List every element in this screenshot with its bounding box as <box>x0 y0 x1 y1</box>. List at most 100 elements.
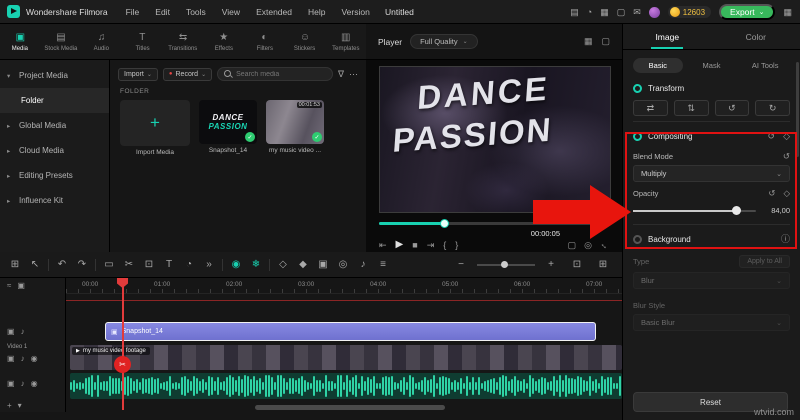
subtab-ai-tools[interactable]: AI Tools <box>740 58 790 73</box>
seek-knob[interactable] <box>439 219 449 228</box>
blend-mode-dropdown[interactable]: Multiply ⌄ <box>633 165 790 182</box>
menu-help[interactable]: Help <box>300 7 333 17</box>
lock-icon[interactable]: ▣ <box>7 380 15 388</box>
more-tools-icon[interactable]: » <box>199 255 219 275</box>
marker-icon[interactable]: ◆ <box>293 255 313 275</box>
speed-icon[interactable]: ◔ <box>179 255 199 275</box>
snapshot-thumb[interactable]: DANCE PASSION ✓ <box>199 100 257 144</box>
notification-icon[interactable]: ◔ <box>587 7 592 17</box>
blur-style-dropdown[interactable]: Basic Blur ⌄ <box>633 314 790 331</box>
rotate-right-icon[interactable]: ↻ <box>755 100 790 116</box>
sidebar-item-editing-presets[interactable]: ▸ Editing Presets <box>0 163 109 188</box>
import-button[interactable]: Import ⌄ <box>118 67 158 81</box>
fit-timeline-icon[interactable]: ⊡ <box>567 255 587 275</box>
keyframe-icon[interactable]: ◇ <box>783 131 790 141</box>
import-media-thumb[interactable]: + <box>120 100 190 146</box>
sidebar-item-folder[interactable]: Folder <box>0 88 109 113</box>
search-input[interactable] <box>236 70 326 78</box>
message-icon[interactable]: ✉ <box>633 7 641 17</box>
link-clips-icon[interactable]: ≈ <box>7 282 11 290</box>
flip-vertical-icon[interactable]: ⇅ <box>673 100 709 116</box>
mute-icon[interactable]: ♪ <box>21 355 25 363</box>
mark-in-icon[interactable]: { <box>443 240 446 250</box>
lock-icon[interactable]: ▣ <box>7 355 15 363</box>
tab-filters[interactable]: ◐ Filters <box>244 24 285 59</box>
split-icon[interactable]: ✂ <box>119 255 139 275</box>
tab-transitions[interactable]: ⇆ Transitions <box>163 24 204 59</box>
timeline-scrollbar[interactable] <box>255 405 445 410</box>
previous-frame-icon[interactable]: ⇤ <box>379 240 387 250</box>
voiceover-icon[interactable]: ♪ <box>353 255 373 275</box>
undo-icon[interactable]: ↶ <box>52 255 72 275</box>
collapse-tracks-icon[interactable]: ▾ <box>18 402 22 410</box>
menu-edit[interactable]: Edit <box>147 7 178 17</box>
clip-audio[interactable] <box>70 373 622 399</box>
menu-tools[interactable]: Tools <box>178 7 214 17</box>
background-toggle[interactable] <box>633 234 642 244</box>
display-icon[interactable]: ▢ <box>617 7 626 17</box>
sidebar-item-global-media[interactable]: ▸ Global Media <box>0 113 109 138</box>
tab-audio[interactable]: ♫ Audio <box>81 24 122 59</box>
sidebar-item-influence-kit[interactable]: ▸ Influence Kit <box>0 188 109 213</box>
sidebar-item-cloud-media[interactable]: ▸ Cloud Media <box>0 138 109 163</box>
mute-icon[interactable]: ♪ <box>21 328 25 336</box>
search-box[interactable] <box>217 67 333 81</box>
devices-icon[interactable]: ▤ <box>570 7 579 17</box>
opacity-slider-knob[interactable] <box>732 206 742 215</box>
snapshot-camera-icon[interactable]: ◎ <box>584 240 592 250</box>
zoom-out-icon[interactable]: − <box>451 255 471 275</box>
freeze-frame-icon[interactable]: ❄ <box>246 255 266 275</box>
clip-music-video[interactable]: ▶ my music video footage <box>70 345 622 370</box>
coin-badge[interactable]: 12603 <box>667 6 712 18</box>
fullscreen-icon[interactable]: ↔ <box>598 238 611 251</box>
subtab-mask[interactable]: Mask <box>687 58 737 73</box>
tab-image[interactable]: Image <box>623 24 712 49</box>
layout-switch-icon[interactable]: ▦ <box>783 7 792 17</box>
tab-effects[interactable]: ★ Effects <box>203 24 244 59</box>
render-preview-icon[interactable]: ◉ <box>226 255 246 275</box>
playhead[interactable] <box>122 278 124 410</box>
apply-to-all-button[interactable]: Apply to All <box>739 255 790 268</box>
export-button[interactable]: Export ⌄ <box>719 4 776 20</box>
add-track-icon[interactable]: + <box>7 402 12 410</box>
menu-view[interactable]: View <box>214 7 248 17</box>
motion-track-icon[interactable]: ◎ <box>333 255 353 275</box>
detach-player-icon[interactable]: ▢ <box>601 37 610 46</box>
menu-version[interactable]: Version <box>333 7 377 17</box>
zoom-slider-knob[interactable] <box>501 260 508 268</box>
audio-mixer-icon[interactable]: ≡ <box>373 255 393 275</box>
layout-grid-icon[interactable]: ▦ <box>584 37 593 46</box>
tab-stock-media[interactable]: ▤ Stock Media <box>41 24 82 59</box>
flip-horizontal-icon[interactable]: ⇄ <box>633 100 668 116</box>
auto-ripple-icon[interactable]: ▣ <box>17 282 25 290</box>
delete-icon[interactable]: ▭ <box>99 255 119 275</box>
hide-track-icon[interactable]: ◉ <box>31 355 38 363</box>
reset-icon[interactable]: ↺ <box>768 131 776 141</box>
menu-file[interactable]: File <box>118 7 148 17</box>
music-video-tile[interactable]: 00:01:53 ✓ my music video ... <box>266 100 324 154</box>
sidebar-item-project-media[interactable]: ▾ Project Media <box>0 63 109 88</box>
user-avatar[interactable] <box>648 6 660 18</box>
zoom-slider[interactable] <box>477 260 535 268</box>
seek-bar[interactable] <box>379 219 611 228</box>
more-options-icon[interactable]: ⋯ <box>349 69 358 79</box>
hide-track-icon[interactable]: ◉ <box>31 380 38 388</box>
play-icon[interactable]: ▶ <box>396 240 404 250</box>
pointer-tool-icon[interactable]: ↖ <box>25 255 45 275</box>
tab-templates[interactable]: ▥ Templates <box>325 24 366 59</box>
lock-icon[interactable]: ▣ <box>7 328 15 336</box>
chroma-key-icon[interactable]: ▣ <box>313 255 333 275</box>
resources-icon[interactable]: ▦ <box>600 7 609 17</box>
redo-icon[interactable]: ↷ <box>72 255 92 275</box>
import-media-tile[interactable]: + Import Media <box>120 100 190 156</box>
tab-color[interactable]: Color <box>712 24 800 49</box>
snapshot-tile[interactable]: DANCE PASSION ✓ Snapshot_14 <box>199 100 257 154</box>
next-frame-icon[interactable]: ⇥ <box>427 240 435 250</box>
mark-out-icon[interactable]: } <box>455 240 458 250</box>
text-tool-icon[interactable]: T <box>159 255 179 275</box>
stop-icon[interactable]: ■ <box>412 240 417 250</box>
record-button[interactable]: ● Record ⌄ <box>162 67 213 81</box>
mute-icon[interactable]: ♪ <box>21 380 25 388</box>
keyframe-tool-icon[interactable]: ◇ <box>273 255 293 275</box>
panel-scrollbar[interactable] <box>796 62 799 157</box>
